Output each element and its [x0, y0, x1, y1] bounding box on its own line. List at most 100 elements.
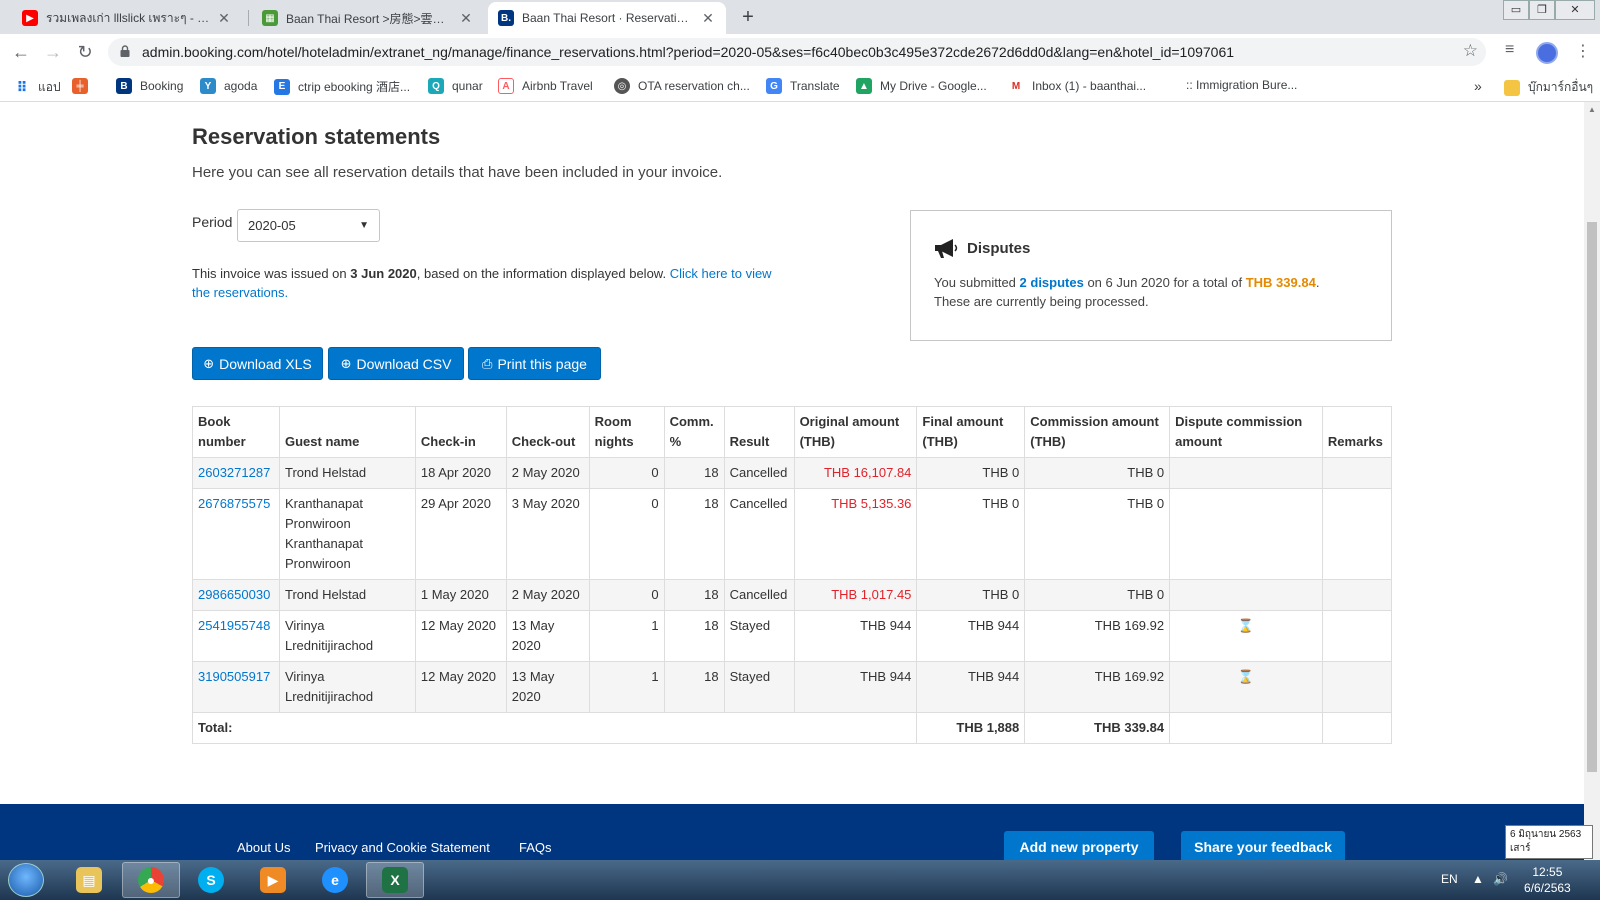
commission-amount: THB 0 [1024, 457, 1171, 489]
book-number-link[interactable]: 2676875575 [198, 496, 270, 511]
about-us-link[interactable]: About Us [237, 840, 290, 855]
result: Stayed [723, 610, 795, 662]
bookmark-drive[interactable]: ▲ My Drive - Google... [856, 78, 987, 94]
disputes-count-link[interactable]: 2 disputes [1020, 275, 1084, 290]
book-number-link[interactable]: 2541955748 [198, 618, 270, 633]
taskbar-skype[interactable]: S [182, 862, 240, 898]
check-out-date: 2 May 2020 [505, 579, 590, 611]
tooltip-day: เสาร์ [1510, 843, 1531, 854]
media-control-icon[interactable]: ≡ [1505, 41, 1514, 59]
total-commission-amount: THB 339.84 [1024, 712, 1171, 744]
url-text: admin.booking.com/hotel/hoteladmin/extra… [142, 44, 1235, 60]
bookmark-label: agoda [224, 79, 258, 93]
dispute-amount [1169, 488, 1323, 580]
hourglass-icon: ⌛ [1237, 618, 1255, 633]
browser-tab-booking[interactable]: B. Baan Thai Resort · Reservation statem… [488, 2, 726, 34]
tab-separator [248, 10, 249, 26]
book-number-link[interactable]: 3190505917 [198, 669, 270, 684]
bookmark-agoda[interactable]: Yagoda [200, 78, 257, 94]
close-icon[interactable]: ✕ [458, 10, 474, 27]
browser-tab-hotel[interactable]: ▦ Baan Thai Resort >房態>雲掌櫃 ✕ [252, 2, 484, 34]
commission-amount: THB 0 [1024, 488, 1171, 580]
minimize-button[interactable]: ▭ [1503, 0, 1529, 20]
bookmarks-more-button[interactable]: » [1474, 78, 1482, 94]
faqs-link[interactable]: FAQs [519, 840, 552, 855]
remarks [1321, 610, 1393, 662]
folder-icon: ▤ [76, 867, 102, 893]
bookmark-gmail[interactable]: M Inbox (1) - baanthai... [1008, 78, 1146, 94]
tray-expand-icon[interactable]: ▲ [1472, 872, 1484, 886]
guest-name: Virinya Lrednitijirachod [278, 610, 416, 662]
invoice-text: , based on the information displayed bel… [416, 266, 670, 281]
download-xls-button[interactable]: ⊕ Download XLS [192, 347, 323, 380]
scroll-thumb[interactable] [1587, 222, 1597, 772]
commission-percent: 18 [663, 661, 725, 713]
back-arrow-icon[interactable]: ← [10, 41, 32, 63]
privacy-link[interactable]: Privacy and Cookie Statement [315, 840, 490, 855]
youtube-icon: ▶ [22, 10, 38, 26]
bookmark-airbnb[interactable]: A Airbnb Travel [498, 78, 593, 94]
bookmark-red-icon[interactable]: ╪ [72, 78, 96, 94]
close-icon[interactable]: ✕ [700, 10, 716, 27]
button-label: Download XLS [219, 355, 312, 372]
language-indicator[interactable]: EN [1441, 872, 1458, 886]
column-header-dispute-amount: Dispute commission amount [1169, 406, 1323, 458]
bookmark-label: บุ๊กมาร์กอื่นๆ [1528, 80, 1594, 94]
bookmark-ota[interactable]: ◎ OTA reservation ch... [614, 78, 750, 94]
profile-avatar[interactable] [1536, 42, 1558, 64]
period-select[interactable]: 2020-05 ▼ [237, 209, 380, 242]
address-bar[interactable]: admin.booking.com/hotel/hoteladmin/extra… [108, 38, 1486, 66]
taskbar-explorer[interactable]: ▤ [60, 862, 118, 898]
table-row: 2676875575 Kranthanapat Pronwiroon Krant… [192, 488, 1393, 580]
column-header-comm: Comm. % [663, 406, 725, 458]
restore-button[interactable]: ❐ [1529, 0, 1555, 20]
browser-tab-youtube[interactable]: ▶ รวมเพลงเก่า lllslick เพราะๆ - YouTube … [12, 2, 242, 34]
close-icon[interactable]: ✕ [216, 10, 232, 27]
taskbar-internet-explorer[interactable]: e [306, 862, 364, 898]
download-csv-button[interactable]: ⊕ Download CSV [328, 347, 464, 380]
invoice-date: 3 Jun 2020 [350, 266, 417, 281]
button-label: Download CSV [356, 355, 452, 372]
column-header-original-amount: Original amount (THB) [793, 406, 918, 458]
bookmark-translate[interactable]: G Translate [766, 78, 840, 94]
check-out-date: 2 May 2020 [505, 457, 590, 489]
share-feedback-button[interactable]: Share your feedback [1181, 831, 1345, 860]
bookmark-qunar[interactable]: Qqunar [428, 78, 483, 94]
bookmark-ctrip[interactable]: Ectrip ebooking 酒店... [274, 78, 410, 95]
bookmark-star-icon[interactable]: ☆ [1463, 41, 1478, 61]
menu-dots-icon[interactable]: ⋮ [1575, 41, 1591, 61]
book-number-link[interactable]: 2603271287 [198, 465, 270, 480]
window-close-button[interactable]: ✕ [1555, 0, 1595, 20]
taskbar-clock[interactable]: 12:55 6/6/2563 [1524, 864, 1571, 896]
table-row: 2603271287 Trond Helstad 18 Apr 2020 2 M… [192, 457, 1393, 489]
add-new-property-button[interactable]: Add new property [1004, 831, 1154, 860]
taskbar-chrome[interactable]: ● [122, 862, 180, 898]
new-tab-button[interactable]: + [737, 6, 759, 28]
bookmark-immigration[interactable]: :: Immigration Bure... [1186, 78, 1297, 92]
date-tooltip: 6 มิถุนายน 2563 เสาร์ [1505, 825, 1593, 859]
forward-arrow-icon[interactable]: → [42, 41, 64, 63]
bookmark-booking[interactable]: B Booking [116, 78, 183, 94]
book-number-link[interactable]: 2986650030 [198, 587, 270, 602]
other-bookmarks[interactable]: บุ๊กมาร์กอื่นๆ [1504, 78, 1593, 97]
total-empty-cell [1321, 712, 1393, 744]
page-scrollbar[interactable]: ▲ [1584, 102, 1600, 860]
dispute-amount [1169, 579, 1323, 611]
column-header-check-out: Check-out [505, 406, 590, 458]
remarks [1321, 488, 1393, 580]
tab-title: รวมเพลงเก่า lllslick เพราะๆ - YouTube [46, 10, 210, 25]
print-button[interactable]: ⎙ Print this page [468, 347, 601, 380]
bookmarks-bar: ⠿ แอป ╪ B Booking Yagoda Ectrip ebooking 酒… [0, 70, 1600, 102]
start-button[interactable] [8, 863, 44, 897]
taskbar-media-player[interactable]: ▶ [244, 862, 302, 898]
commission-percent: 18 [663, 457, 725, 489]
taskbar-excel[interactable]: X [366, 862, 424, 898]
commission-percent: 18 [663, 488, 725, 580]
volume-icon[interactable]: 🔊 [1493, 872, 1508, 886]
result: Cancelled [723, 457, 795, 489]
bookmark-apps[interactable]: ⠿ แอป [14, 78, 61, 97]
original-amount: THB 5,135.36 [793, 488, 918, 580]
scroll-up-arrow-icon[interactable]: ▲ [1588, 105, 1596, 114]
reload-icon[interactable]: ↻ [74, 41, 96, 63]
page-footer: About Us Privacy and Cookie Statement FA… [0, 804, 1584, 860]
